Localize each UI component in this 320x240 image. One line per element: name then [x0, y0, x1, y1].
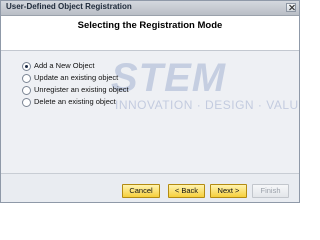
option-label: Update an existing object: [34, 73, 119, 82]
close-button[interactable]: [286, 3, 296, 12]
option-label: Unregister an existing object: [34, 85, 129, 94]
watermark-tagline: INNOVATION · DESIGN · VALUE: [115, 98, 300, 112]
wizard-content: STEM INNOVATION · DESIGN · VALUE Add a N…: [1, 51, 299, 173]
wizard-header: Selecting the Registration Mode: [1, 16, 299, 51]
wizard-window: User-Defined Object Registration Selecti…: [0, 0, 300, 203]
cancel-button[interactable]: Cancel: [122, 184, 160, 198]
radio-button[interactable]: [22, 74, 31, 83]
page-title: Selecting the Registration Mode: [77, 20, 223, 31]
option-label: Delete an existing object: [34, 97, 116, 106]
radio-button[interactable]: [22, 86, 31, 95]
wizard-footer: Cancel < Back Next > Finish: [1, 173, 299, 202]
option-label: Add a New Object: [34, 61, 95, 70]
radio-button-selected[interactable]: [22, 62, 31, 71]
close-icon: [289, 4, 295, 11]
radio-dot: [25, 65, 28, 68]
back-button[interactable]: < Back: [168, 184, 205, 198]
next-button[interactable]: Next >: [210, 184, 247, 198]
window-title: User-Defined Object Registration: [6, 2, 132, 11]
title-bar[interactable]: User-Defined Object Registration: [1, 1, 299, 16]
watermark-logo: STEM: [111, 56, 227, 100]
radio-button[interactable]: [22, 98, 31, 107]
finish-button: Finish: [252, 184, 289, 198]
